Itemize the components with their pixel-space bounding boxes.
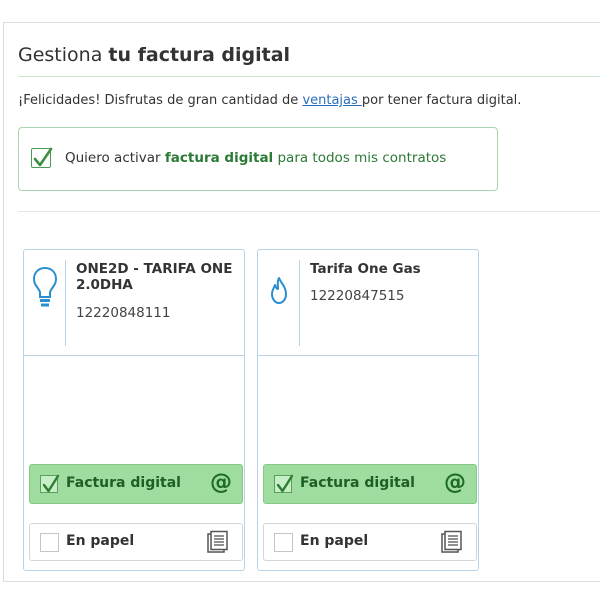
lightbulb-icon — [32, 266, 58, 307]
paper-invoice-label: En papel — [66, 533, 135, 549]
intro-text-after: por tener factura digital. — [361, 93, 522, 108]
paper-invoice-checkbox[interactable] — [40, 533, 59, 552]
checkmark-icon — [42, 474, 60, 493]
digital-invoice-option[interactable]: Factura digital @ — [263, 464, 477, 504]
digital-invoice-option[interactable]: Factura digital @ — [29, 464, 243, 504]
contract-number: 12220848111 — [76, 305, 171, 321]
page-title-bold: tu factura digital — [108, 44, 291, 66]
activate-all-checkbox[interactable] — [31, 147, 53, 168]
checkmark-icon — [276, 474, 294, 493]
intro-text-before: ¡Felicidades! Disfrutas de gran cantidad… — [18, 93, 303, 108]
activate-all-label: Quiero activar factura digital para todo… — [65, 150, 446, 166]
digital-invoice-label: Factura digital — [66, 475, 181, 491]
contract-name: ONE2D - TARIFA ONE 2.0DHA — [76, 261, 233, 293]
contract-card-header: Tarifa One Gas 12220847515 — [258, 250, 478, 356]
digital-invoice-checkbox[interactable] — [274, 474, 294, 493]
gas-flame-icon — [271, 277, 287, 304]
page-title-light: Gestiona — [18, 44, 109, 66]
activate-all-digital-option[interactable]: Quiero activar factura digital para todo… — [18, 127, 498, 191]
paper-invoice-checkbox[interactable] — [274, 533, 293, 552]
contract-number: 12220847515 — [310, 288, 405, 304]
at-sign-icon: @ — [444, 470, 466, 495]
paper-invoice-option[interactable]: En papel — [29, 523, 243, 561]
contract-card: Tarifa One Gas 12220847515 Factura digit… — [257, 249, 479, 571]
page-title: Gestiona tu factura digital — [18, 44, 290, 66]
card-header-divider — [65, 260, 66, 346]
activate-label-bold: factura digital — [164, 150, 274, 166]
card-header-divider — [299, 260, 300, 346]
contract-card: ONE2D - TARIFA ONE 2.0DHA 12220848111 Fa… — [23, 249, 245, 571]
document-stack-icon — [207, 530, 228, 553]
ventajas-link[interactable]: ventajas — [302, 93, 361, 108]
document-stack-icon — [441, 530, 462, 553]
at-sign-icon: @ — [210, 470, 232, 495]
contract-name: Tarifa One Gas — [310, 261, 421, 277]
intro-text: ¡Felicidades! Disfrutas de gran cantidad… — [18, 93, 521, 108]
title-divider — [18, 76, 600, 77]
paper-invoice-label: En papel — [300, 533, 369, 549]
activate-label-before: Quiero activar — [65, 150, 165, 166]
contract-card-header: ONE2D - TARIFA ONE 2.0DHA 12220848111 — [24, 250, 244, 356]
digital-invoice-label: Factura digital — [300, 475, 415, 491]
paper-invoice-option[interactable]: En papel — [263, 523, 477, 561]
section-divider — [18, 211, 600, 212]
digital-invoice-checkbox[interactable] — [40, 474, 60, 493]
checkmark-icon — [33, 147, 53, 167]
activate-label-after: para todos mis contratos — [273, 150, 447, 166]
